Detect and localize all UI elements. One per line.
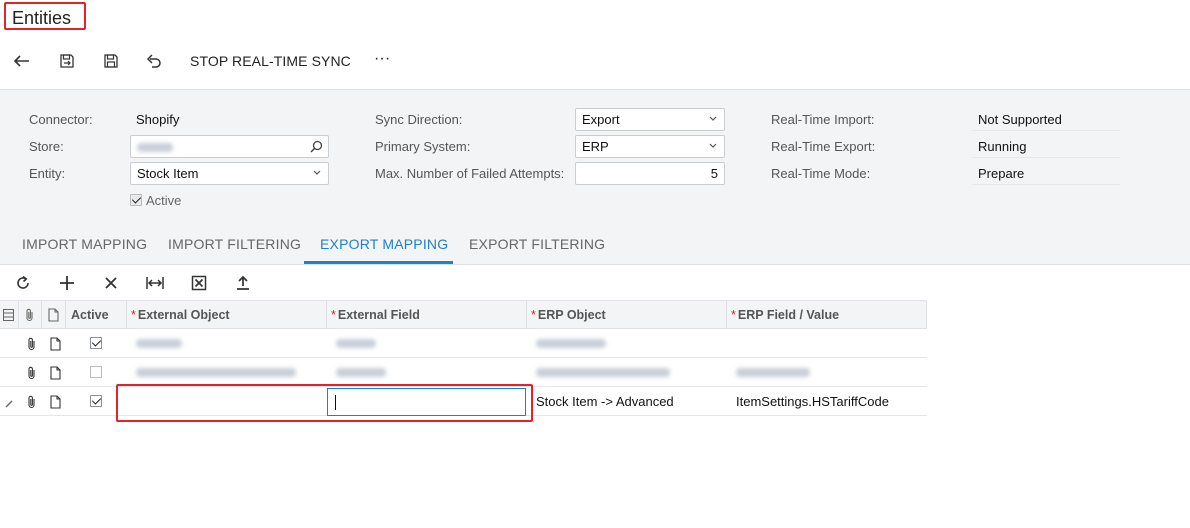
page-title: Entities	[4, 2, 86, 30]
column-header-external-object[interactable]: * External Object	[131, 308, 230, 322]
fit-columns-icon[interactable]	[146, 274, 164, 292]
redacted-cell	[536, 339, 606, 348]
add-row-icon[interactable]	[58, 274, 76, 292]
column-header-external-field[interactable]: * External Field	[331, 308, 420, 322]
active-checkbox[interactable]	[130, 194, 142, 206]
tab-import-mapping[interactable]: IMPORT MAPPING	[22, 236, 147, 252]
grid-toolbar	[0, 264, 1190, 300]
paperclip-icon[interactable]	[26, 366, 37, 383]
back-icon[interactable]	[12, 52, 32, 70]
divider	[972, 184, 1120, 185]
column-separator	[126, 301, 127, 330]
row-active-checkbox[interactable]	[90, 366, 102, 378]
store-value-redacted	[137, 143, 173, 153]
search-icon[interactable]	[310, 140, 323, 153]
real-time-import-label: Real-Time Import:	[771, 112, 875, 127]
store-label: Store:	[29, 139, 64, 154]
column-header-erp-field-label: ERP Field / Value	[737, 308, 840, 322]
entity-value: Stock Item	[137, 166, 199, 181]
redacted-cell	[136, 339, 182, 348]
real-time-import-value: Not Supported	[978, 112, 1062, 127]
note-icon[interactable]	[50, 337, 61, 354]
paperclip-icon[interactable]	[26, 337, 37, 354]
max-failed-attempts-value: 5	[710, 166, 718, 181]
real-time-export-value: Running	[978, 139, 1027, 154]
max-failed-attempts-input[interactable]: 5	[575, 162, 725, 185]
mapping-tabs: IMPORT MAPPING IMPORT FILTERING EXPORT M…	[0, 226, 1190, 264]
column-header-external-object-label: External Object	[137, 308, 230, 322]
connector-value: Shopify	[136, 112, 180, 127]
column-separator	[526, 301, 527, 330]
sync-direction-value: Export	[582, 112, 620, 127]
primary-system-label: Primary System:	[375, 139, 471, 154]
active-label: Active	[146, 193, 182, 208]
column-header-external-field-label: External Field	[337, 308, 420, 322]
redacted-cell	[336, 339, 376, 348]
connector-label: Connector:	[29, 112, 93, 127]
entity-label: Entity:	[29, 166, 66, 181]
chevron-down-icon	[313, 170, 321, 175]
note-icon[interactable]	[50, 395, 61, 412]
stop-real-time-sync-button[interactable]: STOP REAL-TIME SYNC	[190, 52, 351, 70]
edit-row-pencil-icon	[5, 396, 14, 411]
erp-object-cell[interactable]: Stock Item -> Advanced	[536, 394, 674, 409]
main-toolbar: STOP REAL-TIME SYNC ···	[0, 44, 1190, 78]
tab-import-filtering[interactable]: IMPORT FILTERING	[168, 236, 301, 252]
entity-select[interactable]: Stock Item	[130, 162, 329, 185]
redacted-cell	[336, 368, 386, 377]
sync-direction-label: Sync Direction:	[375, 112, 463, 127]
undo-icon[interactable]	[144, 52, 164, 70]
store-field[interactable]	[130, 135, 329, 158]
paperclip-icon	[24, 308, 35, 325]
more-actions-button[interactable]: ···	[374, 50, 390, 68]
erp-field-cell[interactable]: ItemSettings.HSTariffCode	[736, 394, 889, 409]
save-icon[interactable]	[101, 52, 121, 70]
divider	[972, 157, 1120, 158]
paperclip-icon[interactable]	[26, 395, 37, 412]
upload-icon[interactable]	[234, 274, 252, 292]
column-header-erp-object-label: ERP Object	[537, 308, 606, 322]
tab-export-mapping[interactable]: EXPORT MAPPING	[320, 236, 448, 252]
export-excel-icon[interactable]	[190, 274, 208, 292]
column-separator	[65, 301, 66, 330]
primary-system-select[interactable]: ERP	[575, 135, 725, 158]
real-time-mode-value: Prepare	[978, 166, 1025, 181]
divider	[972, 130, 1120, 131]
highlight-box	[116, 384, 533, 422]
row-active-checkbox[interactable]	[90, 395, 102, 407]
save-and-close-icon[interactable]	[57, 52, 77, 70]
table-row[interactable]	[0, 329, 927, 358]
max-failed-attempts-label: Max. Number of Failed Attempts:	[375, 166, 565, 181]
redacted-cell	[736, 368, 810, 377]
column-separator	[41, 301, 42, 330]
tab-export-filtering[interactable]: EXPORT FILTERING	[469, 236, 605, 252]
grid-header: Active * External Object * External Field …	[0, 300, 927, 330]
redacted-cell	[536, 368, 670, 377]
row-selector-icon[interactable]	[3, 309, 14, 324]
primary-system-value: ERP	[582, 139, 609, 154]
refresh-icon[interactable]	[14, 274, 32, 292]
column-header-erp-field[interactable]: * ERP Field / Value	[731, 308, 839, 322]
chevron-down-icon	[709, 143, 717, 148]
row-active-checkbox[interactable]	[90, 337, 102, 349]
real-time-export-label: Real-Time Export:	[771, 139, 876, 154]
note-icon[interactable]	[50, 366, 61, 383]
note-icon	[48, 308, 59, 325]
real-time-mode-label: Real-Time Mode:	[771, 166, 871, 181]
delete-row-icon[interactable]	[102, 274, 120, 292]
column-separator	[326, 301, 327, 330]
table-row[interactable]	[0, 358, 927, 387]
column-separator	[926, 301, 927, 330]
column-separator	[18, 301, 19, 330]
column-header-active[interactable]: Active	[71, 308, 109, 322]
column-separator	[726, 301, 727, 330]
chevron-down-icon	[709, 116, 717, 121]
sync-direction-select[interactable]: Export	[575, 108, 725, 131]
column-header-erp-object[interactable]: * ERP Object	[531, 308, 606, 322]
redacted-cell	[136, 368, 296, 377]
